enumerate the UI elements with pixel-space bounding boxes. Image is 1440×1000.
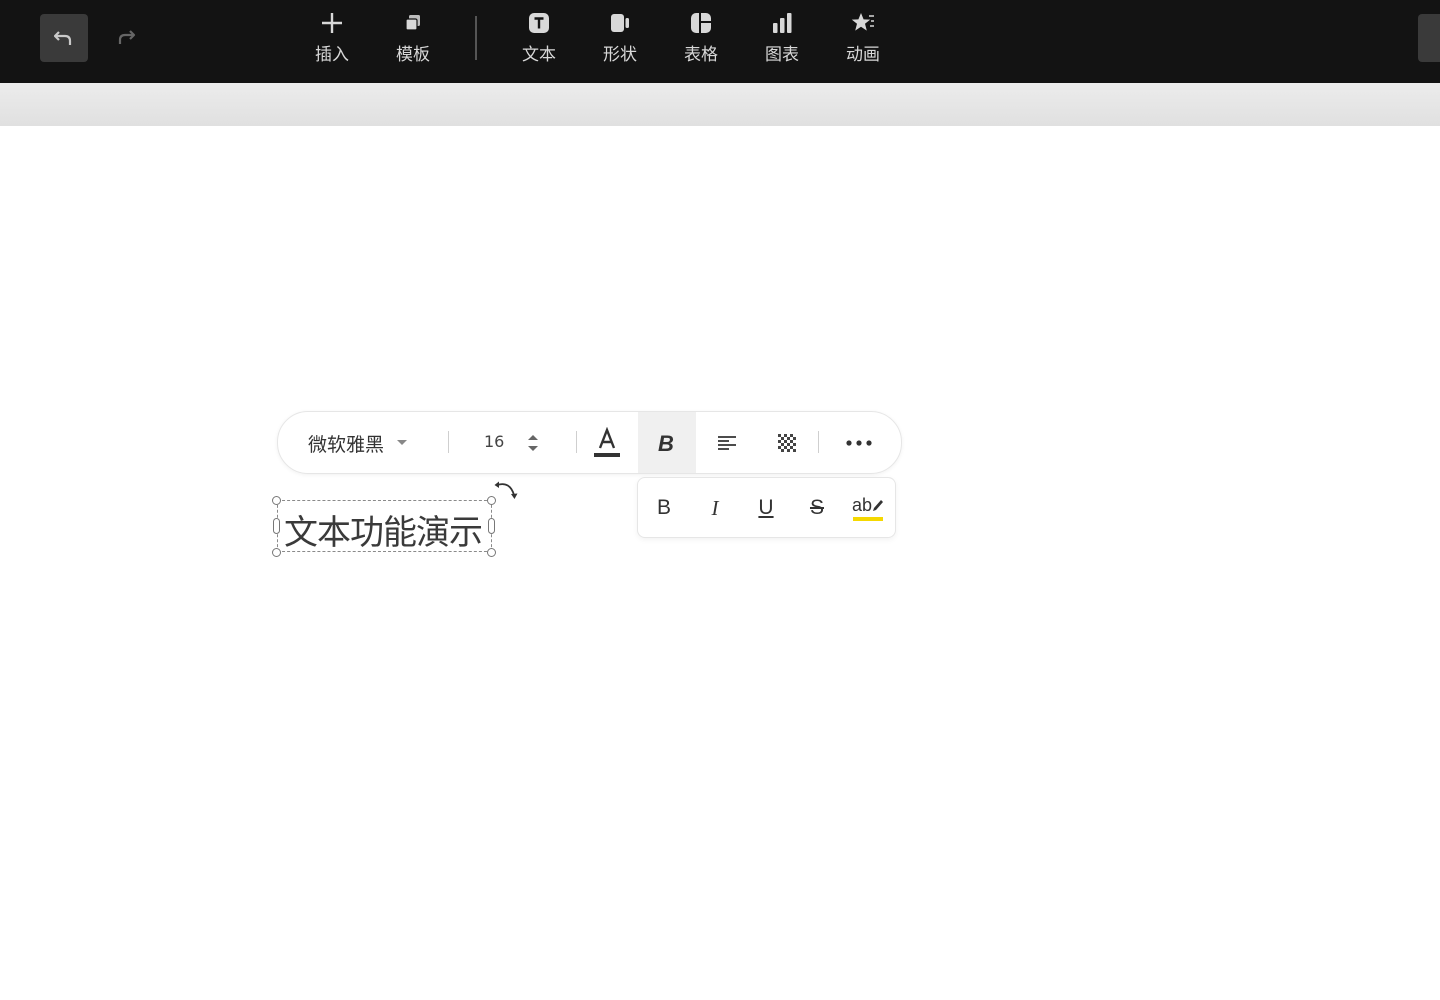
selected-text-box[interactable]: 文本功能演示 <box>277 500 492 554</box>
overflow-menu-button[interactable] <box>1418 14 1440 62</box>
font-size-value[interactable]: 16 <box>484 432 504 451</box>
tool-label-shape: 形状 <box>603 45 637 65</box>
resize-handle-bottom-right[interactable] <box>487 548 496 557</box>
bold-style-button[interactable]: B <box>644 488 684 528</box>
bold-letter: B <box>656 496 671 519</box>
highlight-label: ab <box>852 495 884 516</box>
highlight-button[interactable]: ab <box>848 488 888 528</box>
shape-tool[interactable]: 形状 <box>588 8 652 72</box>
italic-letter: I <box>711 495 719 520</box>
font-color-button[interactable] <box>578 412 636 473</box>
plus-icon <box>322 13 342 33</box>
resize-handle-right[interactable] <box>488 518 495 534</box>
redo-button[interactable] <box>112 22 142 52</box>
bar-chart-icon <box>773 13 792 33</box>
top-toolbar: 插入 模板 文本 形状 表格 图表 动画 <box>0 0 1440 83</box>
text-tool[interactable]: 文本 <box>507 8 571 72</box>
tool-label-template: 模板 <box>396 45 430 65</box>
fill-pattern-button[interactable] <box>758 412 816 473</box>
animation-tool[interactable]: 动画 <box>831 8 895 72</box>
underline-button[interactable]: U <box>746 488 786 528</box>
font-size-stepper-icon[interactable] <box>526 432 540 454</box>
font-family-value: 微软雅黑 <box>308 433 385 456</box>
bold-icon: B <box>658 432 674 454</box>
resize-handle-top-left[interactable] <box>272 496 281 505</box>
text-style-toolbar: B I U S ab <box>637 477 896 538</box>
format-toolbar: 微软雅黑 16 B <box>277 411 902 474</box>
insert-tool[interactable]: 插入 <box>300 8 364 72</box>
template-icon <box>405 15 420 31</box>
more-icon <box>846 439 872 446</box>
divider <box>448 431 449 453</box>
text-box-content[interactable]: 文本功能演示 <box>284 505 483 554</box>
tool-label-table: 表格 <box>684 45 718 65</box>
italic-button[interactable]: I <box>695 488 735 528</box>
font-family-select[interactable]: 微软雅黑 <box>308 430 408 456</box>
undo-button[interactable] <box>40 14 88 62</box>
tool-label-animation: 动画 <box>846 45 880 65</box>
table-icon <box>691 13 711 33</box>
chevron-down-icon <box>397 440 408 445</box>
pen-icon <box>873 499 884 511</box>
toolbar-divider <box>475 16 477 60</box>
resize-handle-left[interactable] <box>273 518 280 534</box>
shape-icon <box>611 14 629 32</box>
highlight-text: ab <box>851 495 873 515</box>
resize-handle-top-right[interactable] <box>487 496 496 505</box>
tool-label-chart: 图表 <box>765 45 799 65</box>
underline-letter: U <box>758 496 774 519</box>
svg-text:B: B <box>658 432 674 454</box>
redo-arrow-icon <box>118 30 136 44</box>
align-left-button[interactable] <box>698 412 756 473</box>
tool-label-insert: 插入 <box>315 45 349 65</box>
template-tool[interactable]: 模板 <box>381 8 445 72</box>
rotate-handle-icon[interactable] <box>494 479 520 501</box>
table-tool[interactable]: 表格 <box>669 8 733 72</box>
divider <box>818 431 819 453</box>
more-button[interactable] <box>830 412 888 473</box>
fill-pattern-icon <box>778 433 796 452</box>
chart-tool[interactable]: 图表 <box>750 8 814 72</box>
strikethrough-button[interactable]: S <box>797 488 837 528</box>
divider <box>576 431 577 453</box>
strikethrough-letter: S <box>809 496 824 519</box>
bold-button[interactable]: B <box>638 412 696 473</box>
font-color-icon <box>594 426 620 457</box>
undo-arrow-icon <box>54 31 72 45</box>
highlight-color-bar <box>853 517 883 521</box>
tool-label-text: 文本 <box>522 45 556 65</box>
align-left-icon <box>718 435 736 450</box>
ruler-strip <box>0 83 1440 126</box>
resize-handle-bottom-left[interactable] <box>272 548 281 557</box>
text-box-icon <box>529 13 549 33</box>
star-animation-icon <box>851 13 874 31</box>
